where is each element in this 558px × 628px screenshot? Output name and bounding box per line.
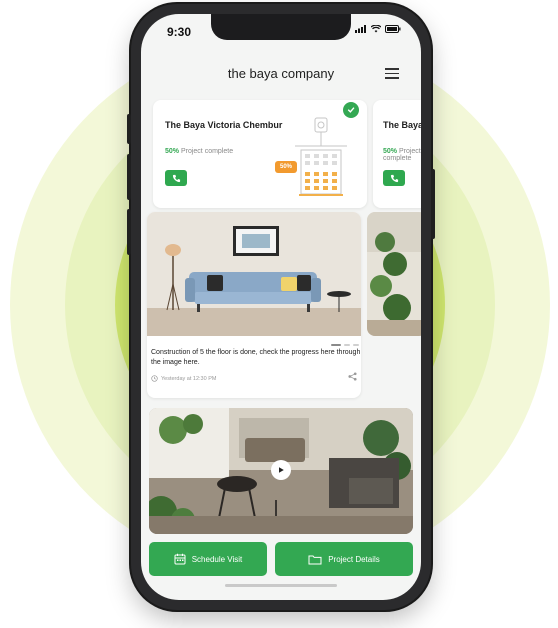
brand-name: the baya company: [227, 66, 335, 81]
progress-badge: 50%: [275, 161, 297, 173]
home-indicator: [225, 584, 337, 587]
play-button[interactable]: [271, 460, 291, 480]
notch: [211, 14, 351, 40]
project-title: The Baya Versova: [383, 120, 421, 130]
project-card[interactable]: The Baya Victoria Chembur 50% Project co…: [153, 100, 367, 208]
update-description: Construction of 5 the floor is done, che…: [151, 349, 361, 366]
folder-icon: [308, 555, 322, 564]
phone-icon: [390, 174, 398, 182]
phone-frame: 9:30 the baya company The Baya Victoria …: [127, 4, 435, 610]
share-icon[interactable]: [348, 372, 357, 381]
building-icon: [295, 117, 347, 196]
video-card[interactable]: [149, 408, 413, 534]
update-timestamp: Yesterday at 12:30 PM: [151, 375, 216, 382]
project-card[interactable]: The Baya Versova 50% Project complete: [373, 100, 421, 208]
project-details-label: Project Details: [328, 554, 380, 564]
project-title: The Baya Victoria Chembur: [165, 120, 283, 130]
schedule-visit-label: Schedule Visit: [191, 554, 243, 564]
clock-icon: [151, 375, 158, 382]
app-screen: 9:30 the baya company The Baya Victoria …: [141, 14, 421, 600]
next-update-photo[interactable]: [367, 212, 421, 336]
calendar-icon: [174, 553, 186, 565]
wifi-icon: [371, 25, 381, 33]
check-icon: [347, 107, 355, 113]
app-header: the baya company: [141, 62, 421, 86]
signal-icon: [355, 25, 366, 33]
battery-icon: [385, 25, 401, 33]
status-time: 9:30: [167, 25, 192, 39]
menu-icon[interactable]: [385, 68, 399, 80]
call-button[interactable]: [383, 170, 405, 186]
carousel-dots: [331, 344, 359, 346]
call-button[interactable]: [165, 170, 187, 186]
project-details-button[interactable]: Project Details: [275, 542, 413, 576]
play-icon: [279, 467, 284, 473]
project-progress: 50% Project complete: [383, 148, 421, 162]
schedule-visit-button[interactable]: Schedule Visit: [149, 542, 267, 576]
living-room-photo[interactable]: [147, 212, 361, 336]
phone-icon: [172, 174, 180, 182]
project-progress: 50% Project complete: [165, 148, 234, 155]
progress-update-card[interactable]: Construction of 5 the floor is done, che…: [147, 212, 361, 398]
